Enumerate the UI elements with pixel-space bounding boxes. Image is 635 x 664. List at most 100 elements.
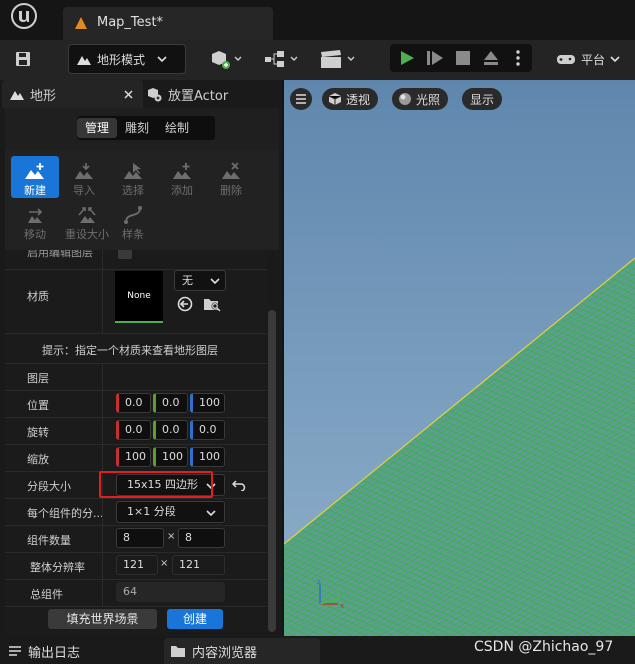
- segment-paint[interactable]: 绘制: [157, 118, 197, 138]
- play-icon[interactable]: [394, 46, 420, 70]
- show-label: 显示: [470, 92, 495, 107]
- content-browser-label: 内容浏览器: [192, 645, 258, 661]
- unreal-logo-icon[interactable]: [8, 2, 44, 32]
- tool-select[interactable]: 选择: [109, 156, 157, 198]
- add-icon: [173, 163, 191, 179]
- fill-world-button[interactable]: 填充世界场景: [48, 609, 157, 629]
- landscape-icon: [77, 56, 91, 65]
- mode-label: 地形模式: [97, 52, 146, 67]
- spline-icon: [124, 206, 142, 224]
- tool-new[interactable]: 新建: [11, 156, 59, 198]
- scale-y-field[interactable]: 100: [153, 447, 188, 467]
- blueprint-button[interactable]: [262, 46, 302, 72]
- output-log-tab[interactable]: 输出日志: [8, 638, 80, 664]
- rotation-x-field[interactable]: 0.0: [116, 420, 151, 440]
- landscape-panel: 地形 放置Actor 管理 雕刻 绘制 新建 导入 选择 添加 删除 移动 重设…: [0, 80, 282, 636]
- scale-z-field[interactable]: 100: [190, 447, 225, 467]
- tab-landscape-label: 地形: [30, 88, 57, 104]
- landscape-grid: [284, 80, 635, 636]
- tool-delete-label: 删除: [220, 184, 242, 197]
- tab-landscape[interactable]: 地形: [2, 80, 143, 108]
- scale-label: 缩放: [27, 453, 49, 466]
- close-icon[interactable]: [124, 89, 133, 99]
- layers-label: 图层: [27, 372, 49, 385]
- overall-resolution-x: 121: [116, 555, 158, 575]
- clapperboard-icon: [321, 50, 355, 68]
- segment-manage[interactable]: 管理: [77, 118, 118, 138]
- content-browser-tab[interactable]: 内容浏览器: [164, 638, 320, 664]
- save-icon[interactable]: [10, 48, 36, 70]
- overall-resolution-label: 整体分辨率: [30, 561, 85, 574]
- sections-per-component-dropdown[interactable]: 1×1 分段: [116, 501, 225, 523]
- enable-edit-layers-checkbox[interactable]: [118, 250, 132, 259]
- document-tab[interactable]: Map_Test*: [63, 7, 273, 40]
- tool-move[interactable]: 移动: [11, 200, 59, 242]
- level-viewport[interactable]: 透视 光照 显示 zx: [284, 80, 635, 636]
- cinematics-button[interactable]: [316, 46, 360, 72]
- component-count-x-field[interactable]: 8: [116, 528, 164, 548]
- platforms-button[interactable]: 平台: [556, 46, 635, 72]
- sections-per-component-label: 每个组件的分...: [27, 507, 104, 520]
- play-controls: [390, 44, 532, 72]
- folder-icon: [171, 646, 185, 657]
- step-icon[interactable]: [422, 46, 448, 70]
- tool-import[interactable]: 导入: [60, 156, 108, 198]
- mode-dropdown[interactable]: 地形模式: [68, 44, 186, 74]
- output-log-icon: [9, 646, 21, 656]
- move-icon: [28, 208, 43, 223]
- level-icon: [75, 17, 87, 29]
- material-dropdown[interactable]: 无: [174, 270, 226, 291]
- platforms-label: 平台: [581, 52, 606, 67]
- blueprint-icon: [265, 51, 298, 67]
- tool-move-label: 移动: [24, 228, 46, 241]
- total-components-label: 总组件: [30, 588, 63, 601]
- location-z-field[interactable]: 100: [190, 393, 225, 413]
- segment-sculpt[interactable]: 雕刻: [117, 118, 157, 138]
- rotation-z-field[interactable]: 0.0: [190, 420, 225, 440]
- component-count-label: 组件数量: [27, 534, 71, 547]
- material-thumbnail[interactable]: None: [115, 271, 163, 323]
- tool-delete[interactable]: 删除: [207, 156, 255, 198]
- layers-row: 图层: [5, 363, 267, 391]
- tool-spline-label: 样条: [122, 228, 144, 241]
- tab-place-actor-label: 放置Actor: [168, 88, 229, 104]
- show-button[interactable]: 显示: [462, 88, 503, 110]
- component-count-y-field[interactable]: 8: [178, 528, 225, 548]
- output-log-label: 输出日志: [28, 645, 81, 661]
- tab-place-actor[interactable]: 放置Actor: [140, 80, 286, 108]
- total-components-value: 64: [116, 582, 225, 602]
- tool-spline[interactable]: 样条: [109, 200, 157, 242]
- use-selected-asset-icon[interactable]: [177, 296, 193, 312]
- tool-add[interactable]: 添加: [158, 156, 206, 198]
- lit-button[interactable]: 光照: [392, 88, 449, 110]
- scale-row: 缩放 100 100 100: [5, 444, 267, 472]
- tool-import-label: 导入: [73, 184, 95, 197]
- more-options-icon[interactable]: [508, 46, 528, 70]
- rotation-y-field[interactable]: 0.0: [153, 420, 188, 440]
- panel-scrollbar[interactable]: [268, 310, 276, 632]
- hamburger-icon: [296, 94, 306, 104]
- scale-x-field[interactable]: 100: [116, 447, 151, 467]
- material-hint: 提示：指定一个材质来查看地形图层: [42, 344, 218, 357]
- svg-text:x: x: [340, 602, 344, 610]
- create-button[interactable]: 创建: [167, 609, 223, 629]
- viewport-menu-button[interactable]: [290, 88, 312, 110]
- component-count-row: 组件数量 8 × 8: [5, 525, 267, 553]
- title-bar: Map_Test*: [0, 0, 635, 40]
- mode-segment-bar: 管理 雕刻 绘制: [5, 108, 279, 150]
- location-row: 位置 0.0 0.0 100: [5, 390, 267, 418]
- perspective-button[interactable]: 透视: [322, 88, 379, 110]
- chevron-down-icon: [206, 510, 216, 516]
- eject-icon[interactable]: [478, 46, 504, 70]
- stop-icon[interactable]: [450, 46, 476, 70]
- chevron-down-icon: [610, 56, 620, 62]
- main-toolbar: 地形模式 平台: [0, 40, 635, 80]
- add-actor-button[interactable]: [206, 46, 246, 72]
- browse-asset-icon[interactable]: [203, 296, 221, 312]
- location-x-field[interactable]: 0.0: [116, 393, 151, 413]
- import-icon: [75, 163, 93, 179]
- chevron-down-icon: [157, 56, 167, 62]
- location-y-field[interactable]: 0.0: [153, 393, 188, 413]
- tool-resize[interactable]: 重设大小: [60, 200, 114, 242]
- reset-arrow-icon[interactable]: [232, 479, 246, 491]
